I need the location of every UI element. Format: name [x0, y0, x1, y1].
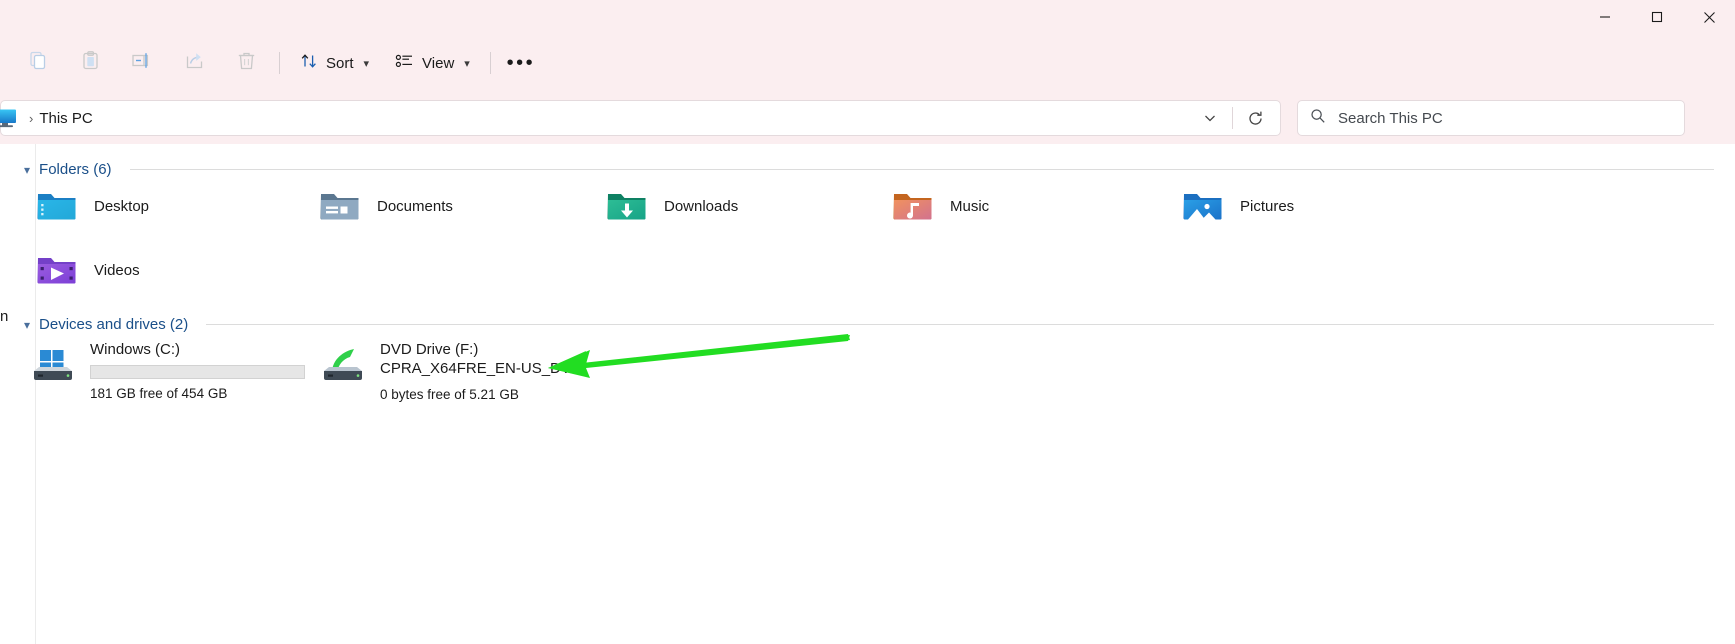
search-icon — [1310, 108, 1326, 129]
sort-label: Sort — [326, 54, 354, 72]
view-label: View — [422, 54, 455, 72]
folder-item-music[interactable]: Music — [890, 186, 989, 226]
toolbar-divider-1 — [279, 52, 280, 74]
group-header-devices-and-drives[interactable]: ▾ Devices and drives (2) — [24, 316, 1714, 333]
address-divider — [1232, 107, 1233, 129]
chevron-down-icon: ▾ — [363, 57, 370, 70]
copy-icon — [28, 50, 49, 76]
drive-name: Windows (C:) — [90, 341, 181, 358]
view-icon — [395, 52, 414, 74]
folder-label: Music — [950, 197, 990, 215]
windows-drive-icon — [30, 340, 76, 386]
drive-volume-label: CPRA_X64FRE_EN-US_DV5 — [380, 360, 580, 377]
drive-item-windows-c[interactable]: Windows (C:) 181 GB free of 454 GB — [30, 340, 305, 401]
share-button[interactable] — [168, 43, 220, 83]
delete-icon — [236, 50, 257, 76]
minimize-button[interactable] — [1579, 0, 1631, 34]
file-explorer-window: Sort ▾ View ▾ ••• › This PC Search This … — [0, 0, 1735, 644]
command-bar: Sort ▾ View ▾ ••• — [0, 34, 1735, 92]
see-more-button[interactable]: ••• — [498, 43, 544, 83]
drive-item-dvd-f[interactable]: DVD Drive (F:) CPRA_X64FRE_EN-US_DV5 0 b… — [320, 340, 579, 402]
toolbar-divider-2 — [489, 52, 491, 74]
folder-label: Documents — [377, 197, 453, 215]
address-history-button[interactable] — [1191, 101, 1229, 135]
chevron-down-icon[interactable]: ▾ — [24, 318, 30, 332]
folder-item-pictures[interactable]: Pictures — [1180, 186, 1294, 226]
share-icon — [184, 50, 205, 76]
nav-pane-partial-text: n — [0, 308, 9, 325]
documents-folder-icon — [317, 186, 363, 226]
search-box[interactable]: Search This PC — [1297, 100, 1685, 136]
paste-button[interactable] — [64, 43, 116, 83]
desktop-folder-icon — [34, 186, 80, 226]
music-folder-icon — [890, 186, 936, 226]
group-label: Folders (6) — [39, 161, 112, 178]
folder-label: Pictures — [1240, 197, 1295, 215]
content-pane: n ▾ Folders (6) Desktop Documents Downlo… — [0, 144, 1735, 644]
folder-item-videos[interactable]: Videos — [34, 250, 140, 290]
videos-folder-icon — [34, 250, 80, 290]
chevron-down-icon[interactable]: ▾ — [24, 163, 30, 177]
drive-free-space: 0 bytes free of 5.21 GB — [380, 387, 519, 402]
search-input[interactable]: Search This PC — [1338, 110, 1443, 127]
caption-button-group — [1579, 0, 1735, 34]
address-bar-row: › This PC Search This PC — [0, 92, 1735, 144]
group-rule — [206, 324, 1714, 325]
group-label: Devices and drives (2) — [39, 316, 189, 333]
rename-button[interactable] — [116, 43, 168, 83]
this-pc-monitor-icon — [0, 100, 25, 136]
drive-free-space: 181 GB free of 454 GB — [90, 386, 228, 401]
green-pointer-arrow — [548, 334, 850, 378]
drive-info: Windows (C:) 181 GB free of 454 GB — [90, 340, 305, 401]
address-bar[interactable]: › This PC — [0, 100, 1281, 136]
copy-button[interactable] — [12, 43, 64, 83]
dvd-drive-icon — [320, 340, 366, 386]
group-rule — [129, 169, 1714, 170]
folder-item-downloads[interactable]: Downloads — [604, 186, 738, 226]
folder-label: Downloads — [664, 197, 739, 215]
folder-item-desktop[interactable]: Desktop — [34, 186, 149, 226]
refresh-button[interactable] — [1236, 101, 1274, 135]
close-button[interactable] — [1683, 0, 1735, 34]
breadcrumb-this-pc[interactable]: This PC — [39, 110, 92, 127]
rename-icon — [131, 50, 153, 76]
breadcrumb-separator-icon: › — [29, 110, 34, 126]
sort-icon — [300, 52, 318, 74]
drive-name: DVD Drive (F:) — [380, 341, 479, 358]
folder-label: Desktop — [94, 197, 150, 215]
drive-info: DVD Drive (F:) CPRA_X64FRE_EN-US_DV5 0 b… — [380, 340, 579, 402]
folder-label: Videos — [94, 261, 140, 279]
title-bar — [0, 0, 1735, 34]
chevron-down-icon: ▾ — [464, 57, 470, 70]
pictures-folder-icon — [1180, 186, 1226, 226]
group-header-folders[interactable]: ▾ Folders (6) — [24, 161, 1714, 178]
capacity-bar — [90, 365, 305, 379]
paste-icon — [80, 50, 101, 76]
maximize-button[interactable] — [1631, 0, 1683, 34]
folder-item-documents[interactable]: Documents — [317, 186, 453, 226]
sort-button[interactable]: Sort ▾ — [287, 43, 382, 83]
downloads-folder-icon — [604, 186, 650, 226]
view-button[interactable]: View ▾ — [382, 43, 483, 83]
delete-button[interactable] — [220, 43, 272, 83]
